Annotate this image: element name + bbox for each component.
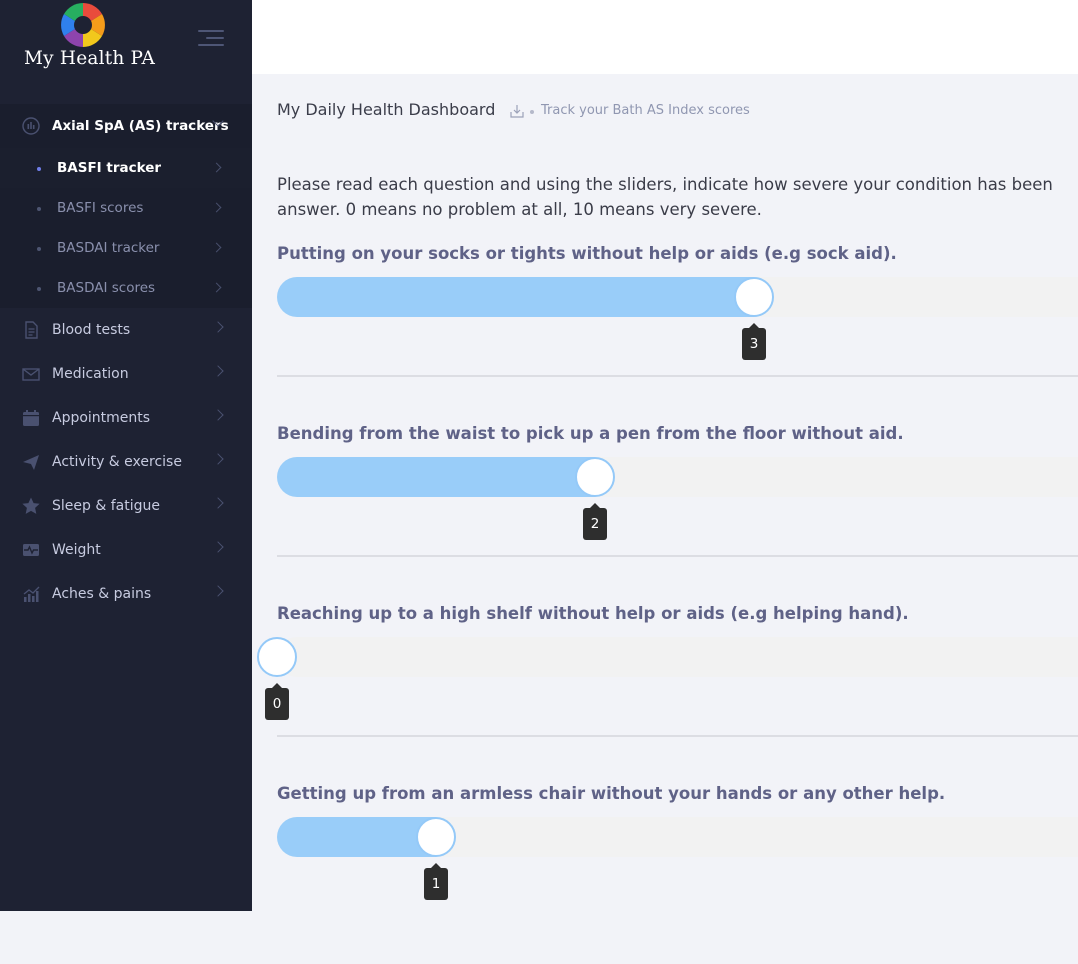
- sidebar-subitem-basfi-scores[interactable]: BASFI scores: [0, 188, 252, 228]
- sidebar: My Health PA Axial SpA (AS) trackers BAS: [0, 0, 252, 911]
- sidebar-subitem-basdai-tracker[interactable]: BASDAI tracker: [0, 228, 252, 268]
- slider-fill: [277, 457, 595, 497]
- slider-value-tooltip: 0: [265, 683, 289, 720]
- sidebar-item-aches-pains[interactable]: Aches & pains: [0, 572, 252, 616]
- question-text: Reaching up to a high shelf without help…: [277, 604, 909, 623]
- pulse-icon: [23, 544, 39, 556]
- severity-slider[interactable]: [277, 817, 1078, 857]
- sidebar-toggle-icon[interactable]: [198, 26, 228, 50]
- chevron-right-icon: [211, 162, 222, 173]
- chevron-right-icon: [212, 321, 224, 333]
- sidebar-subitem-label: BASFI tracker: [57, 160, 162, 176]
- sidebar-item-as-trackers[interactable]: Axial SpA (AS) trackers: [0, 104, 252, 148]
- brand-name: My Health PA: [24, 48, 156, 69]
- mail-icon: [22, 368, 40, 381]
- download-icon[interactable]: [510, 104, 524, 118]
- graph-icon: [23, 586, 40, 602]
- bullet-icon: [37, 207, 41, 211]
- bullet-icon: [37, 247, 41, 251]
- sidebar-item-label: Medication: [52, 366, 129, 382]
- chevron-right-icon: [212, 541, 224, 553]
- top-bar: [252, 0, 1078, 74]
- question-4: Getting up from an armless chair without…: [277, 784, 1078, 964]
- logo-icon: [61, 3, 105, 47]
- star-icon: [22, 497, 40, 514]
- breadcrumb-link[interactable]: Track your Bath AS Index scores: [541, 103, 750, 118]
- sidebar-item-label: Axial SpA (AS) trackers: [52, 118, 229, 134]
- sidebar-item-label: Sleep & fatigue: [52, 498, 160, 514]
- slider-fill: [277, 817, 436, 857]
- slider-thumb[interactable]: [416, 817, 456, 857]
- slider-fill: [277, 277, 754, 317]
- intro-text: Please read each question and using the …: [277, 172, 1078, 222]
- intro-line-2: answer. 0 means no problem at all, 10 me…: [277, 200, 762, 219]
- chevron-right-icon: [211, 242, 222, 253]
- question-3: Reaching up to a high shelf without help…: [257, 604, 1078, 784]
- slider-value-tooltip: 2: [583, 503, 607, 540]
- divider: [277, 555, 1078, 557]
- chevron-right-icon: [212, 585, 224, 597]
- page-title: My Daily Health Dashboard: [277, 100, 496, 119]
- sidebar-item-label: Weight: [52, 542, 101, 558]
- slider-value-tooltip: 3: [742, 323, 766, 360]
- chart-icon: [22, 117, 40, 135]
- sidebar-item-blood-tests[interactable]: Blood tests: [0, 308, 252, 352]
- question-text: Bending from the waist to pick up a pen …: [277, 424, 904, 443]
- severity-slider[interactable]: [277, 277, 1078, 317]
- sidebar-item-activity-exercise[interactable]: Activity & exercise: [0, 440, 252, 484]
- sidebar-subitem-label: BASDAI tracker: [57, 240, 160, 256]
- send-icon: [23, 455, 39, 470]
- divider: [277, 375, 1078, 377]
- sidebar-subitem-basdai-scores[interactable]: BASDAI scores: [0, 268, 252, 308]
- sidebar-item-label: Aches & pains: [52, 586, 152, 602]
- chevron-right-icon: [211, 202, 222, 213]
- severity-slider[interactable]: [257, 637, 1078, 677]
- question-text: Putting on your socks or tights without …: [277, 244, 897, 263]
- breadcrumb-separator: [530, 110, 534, 114]
- intro-line-1: Please read each question and using the …: [277, 175, 1053, 194]
- sidebar-item-weight[interactable]: Weight: [0, 528, 252, 572]
- calendar-icon: [23, 410, 39, 426]
- question-1: Putting on your socks or tights without …: [277, 244, 1078, 424]
- divider: [277, 735, 1078, 737]
- chevron-right-icon: [212, 409, 224, 421]
- chevron-right-icon: [212, 453, 224, 465]
- sidebar-item-label: Appointments: [52, 410, 151, 426]
- sidebar-item-medication[interactable]: Medication: [0, 352, 252, 396]
- slider-value-tooltip: 1: [424, 863, 448, 900]
- sidebar-menu: Axial SpA (AS) trackers BASFI tracker BA…: [0, 104, 252, 911]
- sidebar-item-label: Activity & exercise: [52, 454, 182, 470]
- brand: My Health PA: [0, 0, 252, 104]
- slider-thumb[interactable]: [734, 277, 774, 317]
- sidebar-subitem-label: BASDAI scores: [57, 280, 156, 296]
- chevron-right-icon: [212, 365, 224, 377]
- chevron-right-icon: [212, 497, 224, 509]
- sidebar-item-sleep-fatigue[interactable]: Sleep & fatigue: [0, 484, 252, 528]
- slider-thumb[interactable]: [575, 457, 615, 497]
- document-icon: [25, 321, 38, 339]
- menu-group-as-trackers: Axial SpA (AS) trackers BASFI tracker BA…: [0, 104, 252, 308]
- sidebar-item-label: Blood tests: [52, 322, 131, 338]
- bullet-icon: [37, 287, 41, 291]
- slider-thumb[interactable]: [257, 637, 297, 677]
- sidebar-subitem-label: BASFI scores: [57, 200, 144, 216]
- sidebar-item-appointments[interactable]: Appointments: [0, 396, 252, 440]
- severity-slider[interactable]: [277, 457, 1078, 497]
- question-text: Getting up from an armless chair without…: [277, 784, 946, 803]
- question-2: Bending from the waist to pick up a pen …: [277, 424, 1078, 604]
- sidebar-subitem-basfi-tracker[interactable]: BASFI tracker: [0, 148, 252, 188]
- subheader: My Daily Health Dashboard Track your Bat…: [252, 74, 1078, 148]
- chevron-right-icon: [211, 282, 222, 293]
- bullet-icon: [37, 167, 41, 171]
